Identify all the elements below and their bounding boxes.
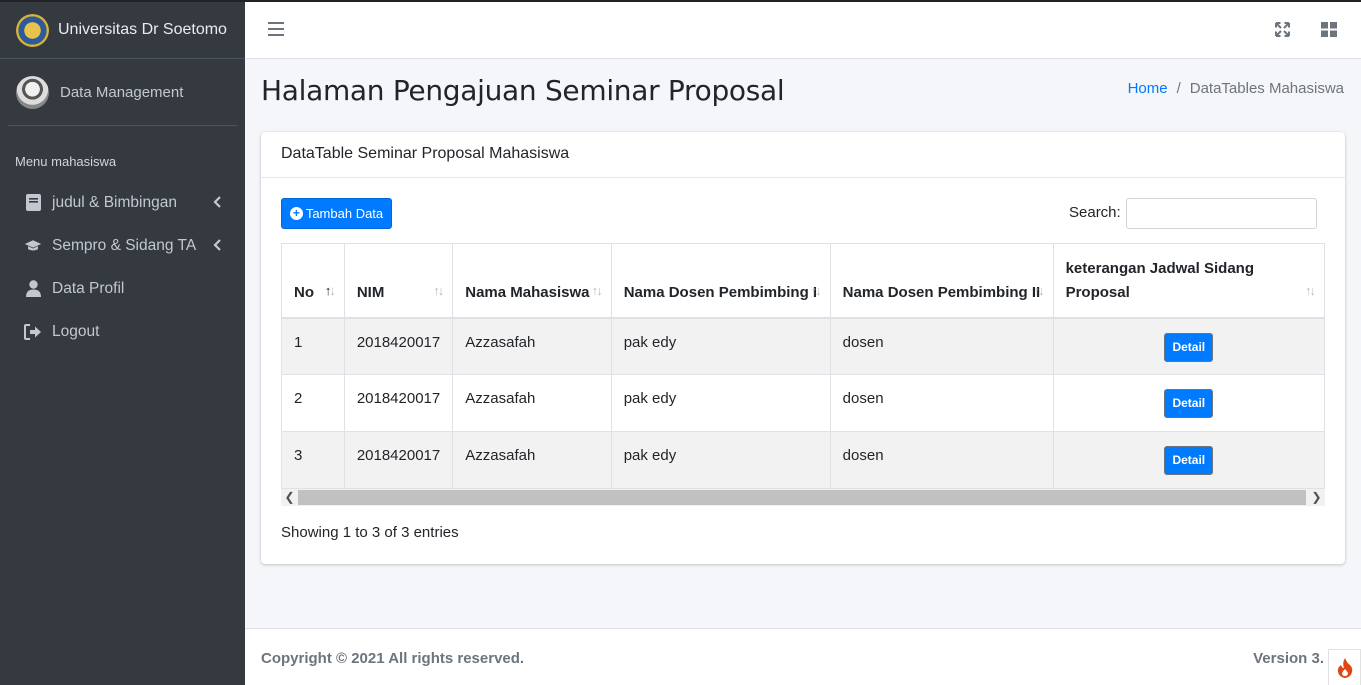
cell-nama: Azzasafah — [452, 317, 612, 375]
cell-no: 2 — [281, 374, 345, 432]
column-header-keterangan[interactable]: keterangan Jadwal Sidang Proposal ↑↓ — [1052, 243, 1325, 319]
cell-dosen-1: pak edy — [610, 317, 831, 375]
cell-action: Detail — [1052, 374, 1325, 432]
sidebar: Universitas Dr Soetomo Data Management M… — [0, 0, 245, 685]
chevron-left-icon — [213, 195, 221, 213]
version-text: Version 3. — [1253, 650, 1324, 667]
footer: Copyright © 2021 All rights reserved. Ve… — [245, 628, 1361, 685]
cell-no: 1 — [281, 317, 345, 375]
breadcrumb-separator: / — [1176, 80, 1181, 97]
university-logo-icon — [16, 13, 49, 47]
nav-header: Menu mahasiswa — [15, 154, 117, 169]
breadcrumb: Home / DataTables Mahasiswa — [1128, 80, 1344, 97]
cell-nim: 2018420017 — [343, 431, 454, 489]
add-data-button[interactable]: + Tambah Data — [281, 198, 392, 229]
datatable-card: DataTable Seminar Proposal Mahasiswa + T… — [261, 132, 1345, 564]
cell-dosen-2: dosen — [829, 317, 1054, 375]
cell-nama: Azzasafah — [452, 431, 612, 489]
scroll-left-icon[interactable]: ❮ — [281, 489, 298, 506]
column-header-dosen-2[interactable]: Nama Dosen Pembimbing II ↑↓ — [829, 243, 1054, 319]
hamburger-menu-icon[interactable] — [268, 22, 284, 36]
detail-button[interactable]: Detail — [1164, 332, 1214, 362]
table-info: Showing 1 to 3 of 3 entries — [281, 524, 459, 541]
book-icon — [24, 194, 42, 212]
sidebar-item-label: Data Profil — [52, 279, 125, 297]
column-header-nama-mahasiswa[interactable]: Nama Mahasiswa ↑↓ — [452, 243, 612, 319]
table-container: No ↑↓ NIM ↑↓ Nama Mahasiswa ↑↓ Nama Dosen P… — [281, 243, 1325, 489]
column-header-dosen-1[interactable]: Nama Dosen Pembimbing I ↑↓ — [610, 243, 831, 319]
flame-icon[interactable] — [1328, 649, 1361, 685]
user-name: Data Management — [60, 83, 184, 101]
cell-dosen-1: pak edy — [610, 431, 831, 489]
cell-dosen-2: dosen — [829, 431, 1054, 489]
search-input[interactable] — [1126, 198, 1317, 229]
card-title: DataTable Seminar Proposal Mahasiswa — [261, 132, 1345, 178]
sidebar-item-sempro-sidang[interactable]: Sempro & Sidang TA — [0, 224, 245, 267]
sign-out-icon — [24, 323, 42, 341]
detail-button[interactable]: Detail — [1164, 389, 1214, 418]
sidebar-item-label: Sempro & Sidang TA — [52, 236, 197, 254]
brand-link[interactable]: Universitas Dr Soetomo — [0, 2, 245, 59]
sort-icon: ↑↓ — [810, 282, 822, 298]
top-navbar — [245, 0, 1361, 59]
cell-action: Detail — [1052, 431, 1325, 489]
cell-nim: 2018420017 — [343, 317, 454, 375]
avatar — [16, 75, 49, 109]
chevron-left-icon — [213, 238, 221, 256]
sidebar-item-label: judul & Bimbingan — [52, 193, 177, 211]
sidebar-item-label: Logout — [52, 322, 100, 340]
sort-icon: ↑↓ — [591, 282, 603, 298]
detail-button[interactable]: Detail — [1164, 446, 1214, 475]
cell-dosen-1: pak edy — [610, 374, 831, 432]
scrollbar-thumb[interactable] — [298, 490, 1306, 505]
cell-nim: 2018420017 — [343, 374, 454, 432]
sidebar-item-judul-bimbingan[interactable]: judul & Bimbingan — [0, 181, 245, 224]
breadcrumb-home-link[interactable]: Home — [1128, 80, 1168, 97]
cell-action: Detail — [1052, 317, 1325, 375]
cell-no: 3 — [281, 431, 345, 489]
graduation-cap-icon — [24, 237, 42, 255]
table-row: 1 2018420017 Azzasafah pak edy dosen Det… — [281, 317, 1325, 375]
sort-icon: ↑↓ — [324, 282, 336, 298]
column-header-nim[interactable]: NIM ↑↓ — [343, 243, 454, 319]
page-title: Halaman Pengajuan Seminar Proposal — [261, 74, 785, 107]
sidebar-item-data-profil[interactable]: Data Profil — [0, 267, 245, 310]
sort-icon: ↑↓ — [433, 282, 444, 298]
sort-icon: ↑↓ — [1033, 282, 1045, 298]
copyright-text: Copyright © 2021 All rights reserved. — [261, 650, 525, 667]
scroll-right-icon[interactable]: ❯ — [1308, 489, 1325, 506]
table-header-row: No ↑↓ NIM ↑↓ Nama Mahasiswa ↑↓ Nama Dosen P… — [281, 243, 1325, 319]
table-row: 2 2018420017 Azzasafah pak edy dosen Det… — [281, 374, 1325, 432]
table-row: 3 2018420017 Azzasafah pak edy dosen Det… — [281, 431, 1325, 489]
brand-text: Universitas Dr Soetomo — [58, 21, 227, 38]
breadcrumb-current: DataTables Mahasiswa — [1189, 80, 1344, 97]
cell-dosen-2: dosen — [829, 374, 1054, 432]
sidebar-item-logout[interactable]: Logout — [0, 310, 245, 353]
horizontal-scrollbar[interactable]: ❮ ❯ — [281, 489, 1325, 506]
data-table: No ↑↓ NIM ↑↓ Nama Mahasiswa ↑↓ Nama Dosen P… — [281, 243, 1325, 489]
fullscreen-icon[interactable] — [1275, 22, 1290, 42]
add-data-label: Tambah Data — [305, 206, 384, 221]
search-label: Search: — [1069, 204, 1121, 221]
control-sidebar-icon[interactable] — [1321, 22, 1337, 42]
column-header-no[interactable]: No ↑↓ — [281, 243, 345, 319]
user-panel[interactable]: Data Management — [8, 59, 237, 126]
plus-circle-icon: + — [289, 207, 303, 220]
sort-icon: ↑↓ — [1305, 282, 1316, 298]
user-icon — [24, 280, 42, 298]
cell-nama: Azzasafah — [452, 374, 612, 432]
